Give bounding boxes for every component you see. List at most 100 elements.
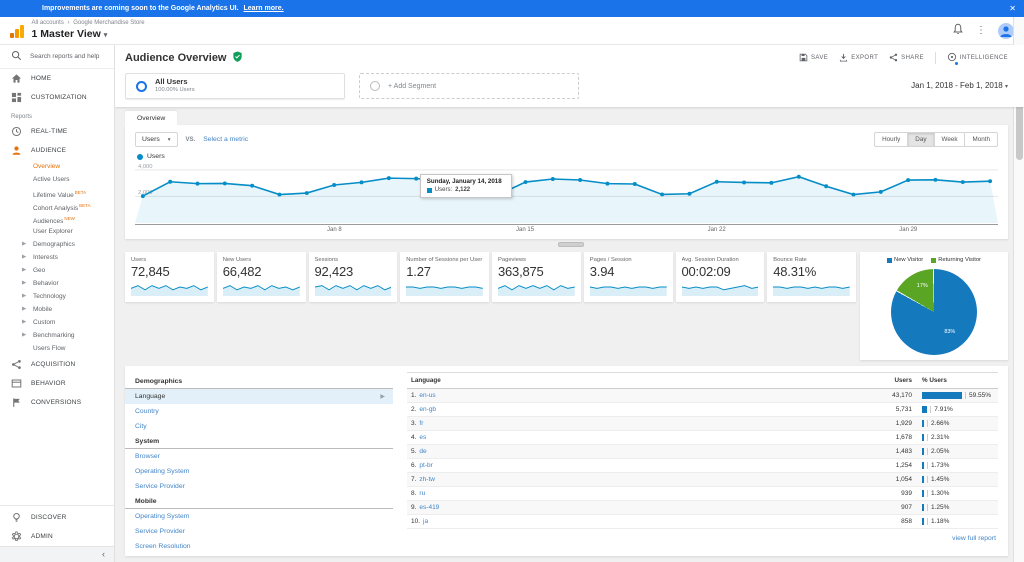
language-link[interactable]: pt-br bbox=[419, 462, 432, 469]
language-link[interactable]: ru bbox=[419, 490, 425, 497]
segment-all-users[interactable]: All Users 100.00% Users bbox=[125, 73, 345, 99]
dimension-link-country[interactable]: Country bbox=[125, 404, 393, 419]
language-link[interactable]: es bbox=[419, 434, 426, 441]
sidebar-subitem-behavior[interactable]: ▶ Behavior bbox=[0, 277, 114, 290]
sidebar-subitem-active-users[interactable]: Active Users bbox=[0, 173, 114, 186]
intelligence-button[interactable]: INTELLIGENCE bbox=[947, 52, 1008, 66]
sidebar-item-behavior[interactable]: BEHAVIOR bbox=[0, 374, 114, 393]
sidebar-item-audience[interactable]: AUDIENCE bbox=[0, 141, 114, 160]
language-link[interactable]: es-419 bbox=[419, 504, 439, 511]
sidebar-subitem-benchmarking[interactable]: ▶ Benchmarking bbox=[0, 329, 114, 342]
column-header-language[interactable]: Language bbox=[407, 377, 842, 384]
sidebar-subitem-cohort-analysis[interactable]: Cohort AnalysisBETA bbox=[0, 199, 114, 212]
metric-card-sessions[interactable]: Sessions 92,423 bbox=[308, 252, 398, 302]
chevron-right-icon: ▶ bbox=[22, 280, 27, 286]
language-link[interactable]: en-us bbox=[419, 392, 435, 399]
metric-card-number-of-sessions-per-user[interactable]: Number of Sessions per User 1.27 bbox=[400, 252, 489, 302]
sidebar-item-conversions[interactable]: CONVERSIONS bbox=[0, 393, 114, 412]
sidebar-collapse-button[interactable]: ‹ bbox=[0, 546, 114, 562]
users-timeseries-chart[interactable]: 4,000 2,000 Sunday, January 14, 2018 Use… bbox=[135, 162, 998, 224]
granularity-week-button[interactable]: Week bbox=[934, 132, 966, 147]
chevron-right-icon: ▶ bbox=[22, 319, 27, 325]
metric-dropdown[interactable]: Users ▾ bbox=[135, 132, 178, 147]
save-button[interactable]: SAVE bbox=[799, 53, 828, 64]
select-metric-link[interactable]: Select a metric bbox=[203, 136, 248, 143]
sidebar-subitem-user-explorer[interactable]: User Explorer bbox=[0, 225, 114, 238]
table-row-fr: 3. fr 1,929 2.66% bbox=[407, 417, 998, 431]
view-selector[interactable]: 1 Master View ▾ bbox=[32, 28, 145, 42]
dimension-link-service-provider[interactable]: Service Provider bbox=[125, 524, 393, 539]
chevron-right-icon: ▶ bbox=[22, 306, 27, 312]
dimension-link-operating-system[interactable]: Operating System bbox=[125, 509, 393, 524]
table-row-es-419: 9. es-419 907 1.25% bbox=[407, 501, 998, 515]
sidebar-subitem-technology[interactable]: ▶ Technology bbox=[0, 290, 114, 303]
horizontal-scrollbar-thumb[interactable] bbox=[557, 242, 584, 247]
sidebar-subitem-lifetime-value[interactable]: Lifetime ValueBETA bbox=[0, 186, 114, 199]
export-button[interactable]: EXPORT bbox=[839, 53, 878, 64]
sidebar-item-home[interactable]: HOME bbox=[0, 69, 114, 88]
sidebar-item-real-time[interactable]: REAL-TIME bbox=[0, 122, 114, 141]
granularity-hourly-button[interactable]: Hourly bbox=[874, 132, 909, 147]
dimension-link-screen-resolution[interactable]: Screen Resolution bbox=[125, 539, 393, 554]
sidebar-item-customization[interactable]: CUSTOMIZATION bbox=[0, 88, 114, 107]
segment-ring-icon bbox=[370, 81, 380, 91]
learn-more-link[interactable]: Learn more. bbox=[244, 5, 284, 12]
sidebar-item-label: CONVERSIONS bbox=[31, 399, 82, 406]
sidebar-subitem-overview[interactable]: Overview bbox=[0, 160, 114, 173]
metric-card-bounce-rate[interactable]: Bounce Rate 48.31% bbox=[767, 252, 856, 302]
dimension-link-city[interactable]: City bbox=[125, 419, 393, 434]
sidebar-subitem-audiences[interactable]: AudiencesNEW bbox=[0, 212, 114, 225]
demographics-explorer-panel: Demographics Language ▶ Country City System Br… bbox=[125, 366, 1008, 556]
dimension-link-service-provider[interactable]: Service Provider bbox=[125, 479, 393, 494]
sidebar-subitem-label: Demographics bbox=[33, 241, 75, 248]
granularity-month-button[interactable]: Month bbox=[965, 132, 998, 147]
x-axis-tick: Jan 22 bbox=[707, 227, 726, 233]
sidebar-item-admin[interactable]: ADMIN bbox=[0, 527, 114, 546]
google-analytics-logo-icon[interactable] bbox=[10, 24, 24, 38]
view-full-report-link[interactable]: view full report bbox=[952, 535, 996, 542]
sidebar-subitem-geo[interactable]: ▶ Geo bbox=[0, 264, 114, 277]
acquisition-icon bbox=[11, 359, 22, 370]
dimension-link-browser[interactable]: Browser bbox=[125, 449, 393, 464]
breadcrumb-account[interactable]: Google Merchandise Store bbox=[73, 20, 144, 26]
sidebar-item-acquisition[interactable]: ACQUISITION bbox=[0, 355, 114, 374]
visitor-type-pie-chart[interactable] bbox=[891, 269, 977, 355]
granularity-day-button[interactable]: Day bbox=[908, 132, 935, 147]
tab-overview[interactable]: Overview bbox=[125, 111, 178, 125]
language-link[interactable]: zh-tw bbox=[419, 476, 435, 483]
sidebar-subitem-custom[interactable]: ▶ Custom bbox=[0, 316, 114, 329]
dimension-link-operating-system[interactable]: Operating System bbox=[125, 464, 393, 479]
breadcrumb-separator: › bbox=[67, 19, 70, 26]
account-avatar[interactable] bbox=[998, 22, 1014, 39]
language-link[interactable]: en-gb bbox=[419, 406, 436, 413]
tooltip-value: 2,122 bbox=[455, 187, 471, 193]
add-segment-button[interactable]: + Add Segment bbox=[359, 73, 579, 99]
sidebar-subitem-mobile[interactable]: ▶ Mobile bbox=[0, 303, 114, 316]
share-button[interactable]: SHARE bbox=[889, 53, 924, 64]
language-link[interactable]: ja bbox=[423, 518, 428, 525]
metric-card-new-users[interactable]: New Users 66,482 bbox=[216, 252, 306, 302]
language-link[interactable]: de bbox=[419, 448, 426, 455]
sidebar-item-discover[interactable]: DISCOVER bbox=[0, 508, 114, 527]
column-header-users[interactable]: Users bbox=[842, 377, 912, 384]
row-users: 5,731 bbox=[895, 406, 912, 413]
search-input[interactable]: Search reports and help bbox=[0, 45, 114, 69]
dimension-link-language[interactable]: Language ▶ bbox=[125, 389, 393, 404]
more-options-kebab-icon[interactable]: ⋮ bbox=[976, 25, 986, 36]
metric-card-pageviews[interactable]: Pageviews 363,875 bbox=[492, 252, 581, 302]
sidebar-subitem-users-flow[interactable]: Users Flow bbox=[0, 342, 114, 355]
breadcrumb-all-accounts[interactable]: All accounts bbox=[32, 20, 64, 26]
sidebar-subitem-interests[interactable]: ▶ Interests bbox=[0, 251, 114, 264]
sidebar-subitem-demographics[interactable]: ▶ Demographics bbox=[0, 238, 114, 251]
metric-card-avg-session-duration[interactable]: Avg. Session Duration 00:02:09 bbox=[675, 252, 765, 302]
metric-card-pages-session[interactable]: Pages / Session 3.94 bbox=[583, 252, 673, 302]
date-range-selector[interactable]: Jan 1, 2018 - Feb 1, 2018 ▾ bbox=[911, 73, 1008, 90]
close-icon[interactable]: ✕ bbox=[1009, 0, 1016, 17]
date-range-label: Jan 1, 2018 - Feb 1, 2018 bbox=[911, 81, 1003, 90]
legend-label: Returning Visitor bbox=[938, 257, 981, 263]
notifications-bell-icon[interactable] bbox=[952, 22, 964, 40]
metric-card-users[interactable]: Users 72,845 bbox=[125, 252, 214, 302]
column-header-percent-users[interactable]: % Users bbox=[912, 377, 998, 384]
row-percent: 1.25% bbox=[927, 504, 949, 511]
language-link[interactable]: fr bbox=[419, 420, 423, 427]
